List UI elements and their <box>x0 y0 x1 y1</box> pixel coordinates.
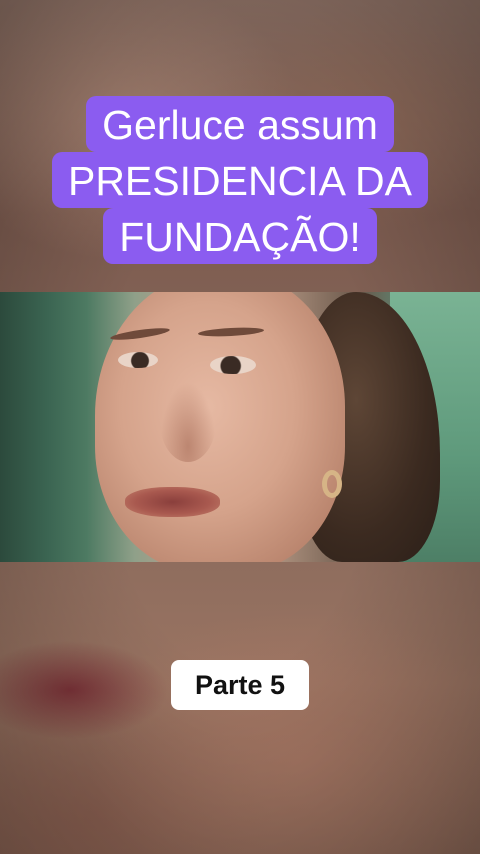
title-line-3-text: FUNDAÇÃO! <box>103 208 377 264</box>
title-overlay: Gerluce assum PRESIDENCIA DA FUNDAÇÃO! <box>0 96 480 264</box>
right-eye <box>210 356 256 374</box>
part-label: Parte 5 <box>194 669 286 700</box>
earring <box>322 470 342 498</box>
title-line-1-text: Gerluce assum <box>86 96 394 152</box>
title-line-1: Gerluce assum <box>0 96 480 152</box>
video-frame[interactable] <box>0 292 480 562</box>
title-line-2: PRESIDENCIA DA <box>0 152 480 208</box>
part-badge: Parte 5 <box>171 660 309 710</box>
title-line-2-text: PRESIDENCIA DA <box>51 152 429 208</box>
mouth <box>125 487 220 517</box>
title-line-3: FUNDAÇÃO! <box>0 208 480 264</box>
nose-shadow <box>160 382 216 462</box>
left-eye <box>118 352 158 368</box>
